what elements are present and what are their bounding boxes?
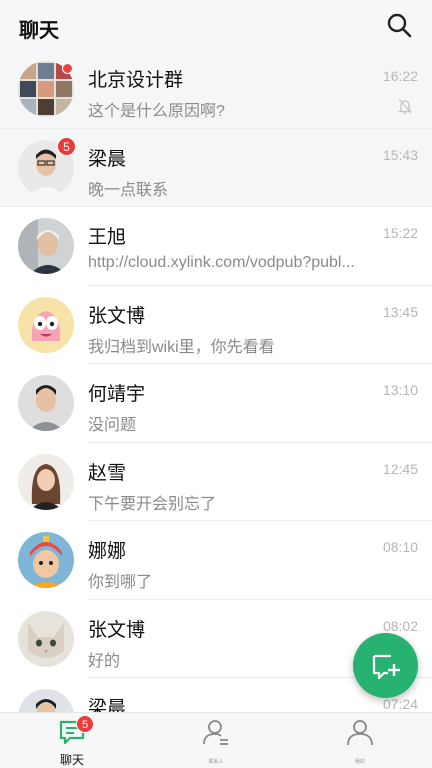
avatar: [18, 689, 74, 712]
tab-label: 联系人: [208, 759, 224, 765]
avatar: [18, 218, 74, 274]
chat-row[interactable]: 何靖宇 没问题 13:10: [0, 364, 432, 443]
chat-list: 北京设计群 这个是什么原因啊? 16:22 5 梁晨 晚一点联系 15:43 王…: [0, 50, 432, 712]
avatar: [18, 453, 74, 510]
chat-name: 赵雪: [88, 462, 127, 484]
chat-time: 12:45: [382, 460, 418, 477]
chat-time: 15:43: [382, 146, 418, 163]
profile-icon: [347, 720, 373, 746]
tab-label: 聊天: [59, 753, 84, 767]
chat-preview: 我归档到wiki里，你先看看: [88, 338, 275, 356]
chat-preview: 好的: [88, 652, 121, 670]
tab-label: 我的: [354, 759, 365, 765]
tab-me[interactable]: 我的: [288, 713, 432, 768]
chat-time: 13:10: [382, 382, 418, 398]
chat-time: 08:10: [382, 539, 418, 555]
chat-preview: http://cloud.xylink.com/vodpub?publ...: [88, 254, 355, 271]
chat-preview: 晚一点联系: [88, 181, 169, 199]
chat-name: 梁晨: [88, 698, 127, 712]
avatar: [18, 610, 74, 667]
chat-row[interactable]: 王旭 http://cloud.xylink.com/vodpub?publ..…: [0, 207, 432, 286]
chat-time: 07:24: [382, 696, 418, 712]
chat-name: 娜娜: [88, 541, 127, 562]
chat-preview: 没问题: [88, 417, 137, 434]
chat-row[interactable]: 赵雪 下午要开会别忘了 12:45: [0, 443, 432, 521]
chat-preview: 这个是什么原因啊?: [88, 103, 225, 120]
avatar: [18, 375, 74, 431]
chat-row[interactable]: 5 梁晨 晚一点联系 15:43: [0, 128, 432, 207]
chat-preview: 下午要开会别忘了: [88, 495, 217, 513]
chat-name: 北京设计群: [88, 70, 184, 91]
chat-name: 王旭: [88, 227, 127, 248]
bottom-tab-bar: 5 聊天 联系人 我的: [0, 712, 432, 768]
chat-name: 何靖宇: [88, 384, 146, 405]
chat-time: 13:45: [382, 303, 418, 320]
tab-badge: 5: [76, 715, 94, 733]
chat-name: 梁晨: [88, 148, 127, 170]
chat-row[interactable]: 娜娜 你到哪了 08:10: [0, 521, 432, 600]
chat-row[interactable]: 北京设计群 这个是什么原因啊? 16:22: [0, 50, 432, 129]
mute-bell-icon: [397, 98, 413, 114]
chat-row[interactable]: 张文博 我归档到wiki里，你先看看 13:45: [0, 286, 432, 364]
contacts-icon: [203, 720, 228, 745]
chat-time: 08:02: [382, 617, 418, 634]
chat-time: 16:22: [382, 68, 418, 84]
search-icon[interactable]: [386, 12, 412, 38]
page-title: 聊天: [19, 20, 59, 42]
new-chat-button[interactable]: [353, 633, 418, 698]
unread-badge: 5: [57, 136, 76, 156]
chat-preview: 你到哪了: [88, 574, 153, 591]
chat-name: 张文博: [88, 619, 146, 641]
unread-dot: [62, 63, 73, 74]
tab-contacts[interactable]: 联系人: [144, 713, 288, 768]
chat-name: 张文博: [88, 305, 146, 327]
tab-chat[interactable]: 5 聊天: [0, 713, 144, 768]
app-header: 聊天: [0, 0, 432, 50]
new-chat-icon: [372, 654, 400, 680]
chat-time: 15:22: [382, 225, 418, 241]
avatar: [18, 532, 74, 588]
avatar: [18, 296, 74, 353]
